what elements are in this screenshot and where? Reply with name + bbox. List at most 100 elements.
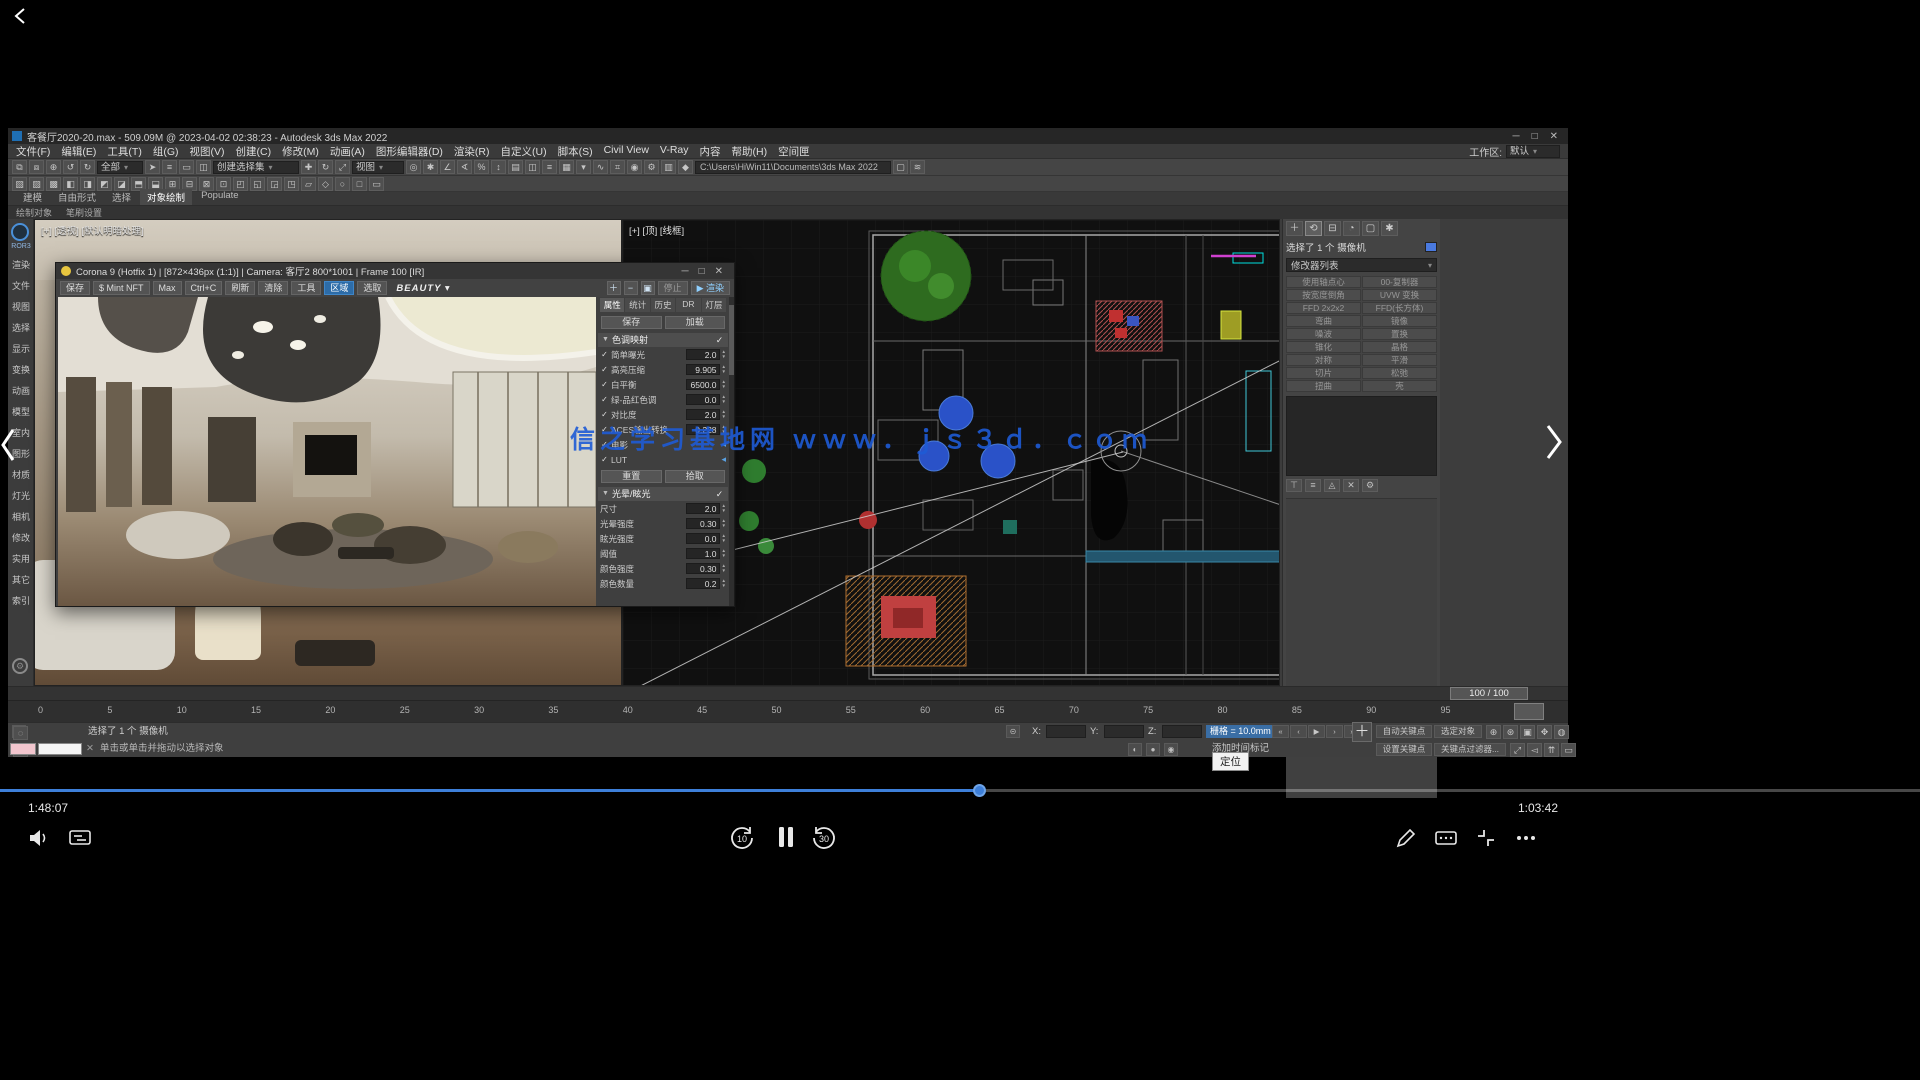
corona-tool-刷新[interactable]: 刷新 xyxy=(225,281,255,295)
render-production-icon[interactable]: ◆ xyxy=(678,160,693,174)
pan-icon[interactable]: ✥ xyxy=(1537,725,1552,739)
checkbox-icon[interactable]: ✓ xyxy=(600,380,609,389)
menu-item-内容[interactable]: 内容 xyxy=(700,144,721,159)
populate-flow-icon[interactable]: ▱ xyxy=(301,177,316,191)
menu-item-视图(V)[interactable]: 视图(V) xyxy=(190,144,225,159)
dock-item-选择[interactable]: 选择 xyxy=(8,318,34,339)
start-render-button[interactable]: ▶ 渲染 xyxy=(691,281,730,295)
maxscript-mini-listener-white[interactable] xyxy=(38,743,82,755)
move-icon[interactable]: ✚ xyxy=(301,160,316,174)
modifier-button-噪波[interactable]: 噪波 xyxy=(1286,328,1361,340)
previous-frame-icon[interactable]: ‹ xyxy=(1290,725,1307,738)
volume-button[interactable] xyxy=(24,824,52,852)
auto-key-button[interactable]: 自动关键点 xyxy=(1376,725,1432,738)
container-icon[interactable]: ◳ xyxy=(284,177,299,191)
workspace-selector[interactable]: 工作区: 默认▾ xyxy=(1469,144,1560,159)
param-value[interactable]: 9.905 xyxy=(686,364,720,375)
gear-icon[interactable]: ⚙ xyxy=(12,658,28,674)
hair-icon[interactable]: ▭ xyxy=(369,177,384,191)
menu-item-组(G)[interactable]: 组(G) xyxy=(153,144,179,159)
seek-knob[interactable] xyxy=(973,784,986,797)
ribbon-tab-对象绘制[interactable]: 对象绘制 xyxy=(140,189,192,205)
checkbox-icon[interactable]: ✓ xyxy=(600,350,609,359)
progressive-display-icon[interactable]: ◉ xyxy=(1164,743,1178,756)
select-manipulate-icon[interactable]: ✱ xyxy=(423,160,438,174)
ribbon-tab-Populate[interactable]: Populate xyxy=(194,189,246,205)
remove-modifier-icon[interactable]: ✕ xyxy=(1343,479,1359,492)
mini-listener-close-icon[interactable]: ✕ xyxy=(86,741,94,756)
undo-icon[interactable]: ↺ xyxy=(63,160,78,174)
curve-editor-icon[interactable]: ∿ xyxy=(593,160,608,174)
zoom-all-icon[interactable]: ⊛ xyxy=(1503,725,1518,739)
dock-item-模型[interactable]: 模型 xyxy=(8,402,34,423)
zoom-extents-icon[interactable]: ▣ xyxy=(1520,725,1535,739)
spinner-icon[interactable]: ▲▼ xyxy=(722,410,726,419)
dock-item-灯光[interactable]: 灯光 xyxy=(8,486,34,507)
layer-manager-icon[interactable]: ▦ xyxy=(559,160,574,174)
orbit-icon[interactable]: ◍ xyxy=(1554,725,1569,739)
corona-titlebar[interactable]: Corona 9 (Hotfix 1) | [872×436px (1:1)] … xyxy=(56,263,734,279)
track-bar[interactable]: 0510152025303540455055606570758085909510… xyxy=(8,700,1568,722)
bloom-section-header[interactable]: ▼光晕/眩光✓ xyxy=(598,487,728,501)
menu-item-Civil View[interactable]: Civil View xyxy=(604,144,649,159)
edit-named-sel-icon[interactable]: ▤ xyxy=(508,160,523,174)
ribbon-toggle-icon[interactable]: ▾ xyxy=(576,160,591,174)
corona-tool-选取[interactable]: 选取 xyxy=(357,281,387,295)
zoom-in-icon[interactable]: ＋ xyxy=(607,281,621,295)
spinner-icon[interactable]: ▲▼ xyxy=(722,534,726,543)
configure-sets-icon[interactable]: ⚙ xyxy=(1362,479,1378,492)
angle-snap-icon[interactable]: ∢ xyxy=(457,160,472,174)
checkbox-icon[interactable]: ✓ xyxy=(600,455,609,464)
modifier-button-扭曲[interactable]: 扭曲 xyxy=(1286,380,1361,392)
param-value[interactable]: 1.0 xyxy=(686,548,720,559)
rect-region-icon[interactable]: ▭ xyxy=(179,160,194,174)
corona-save-button[interactable]: 保存 xyxy=(601,316,662,329)
spinner-icon[interactable]: ▲▼ xyxy=(722,395,726,404)
project-folder-icon[interactable]: ▢ xyxy=(893,160,908,174)
modifier-button-晶格[interactable]: 晶格 xyxy=(1362,341,1437,353)
maxscript-mini-listener-pink[interactable] xyxy=(10,743,36,755)
hierarchy-tab-icon[interactable]: ⊟ xyxy=(1324,221,1341,236)
corona-close-icon[interactable]: ✕ xyxy=(715,266,723,277)
modifier-button-镜像[interactable]: 镜像 xyxy=(1362,315,1437,327)
corona-tool-Max[interactable]: Max xyxy=(153,281,182,295)
corona-tab-灯层[interactable]: 灯层 xyxy=(702,298,726,312)
dock-item-渲染[interactable]: 渲染 xyxy=(8,255,34,276)
spinner-icon[interactable]: ▲▼ xyxy=(722,380,726,389)
scale-icon[interactable]: ⤢ xyxy=(335,160,350,174)
select-object-icon[interactable]: ➤ xyxy=(145,160,160,174)
zoom-fit-icon[interactable]: ▣ xyxy=(641,281,655,295)
snap-toggle-icon[interactable]: ∠ xyxy=(440,160,455,174)
menu-item-编辑(E)[interactable]: 编辑(E) xyxy=(61,144,96,159)
render-element-combo[interactable]: BEAUTY ▾ xyxy=(390,283,456,294)
ribbon-tab-建模[interactable]: 建模 xyxy=(16,189,49,205)
param-value[interactable]: 0.2 xyxy=(686,578,720,589)
dock-item-动画[interactable]: 动画 xyxy=(8,381,34,402)
exit-fullscreen-button[interactable] xyxy=(1472,824,1500,852)
menu-item-创建(C)[interactable]: 创建(C) xyxy=(236,144,272,159)
selection-filter-combo[interactable]: 全部▾ xyxy=(97,161,143,174)
menu-item-自定义(U)[interactable]: 自定义(U) xyxy=(501,144,547,159)
material-editor-icon[interactable]: ◉ xyxy=(627,160,642,174)
time-slider-handle[interactable]: 100 / 100 xyxy=(1450,687,1528,700)
add-key-plus-icon[interactable]: ＋ xyxy=(1352,722,1372,742)
corona-load-button[interactable]: 加载 xyxy=(665,316,726,329)
rewind-10-button[interactable]: 10 xyxy=(728,824,756,852)
param-value[interactable]: 0.30 xyxy=(686,518,720,529)
notes-pencil-button[interactable] xyxy=(1392,824,1420,852)
zoom-out-icon[interactable]: − xyxy=(624,281,638,295)
maximize-viewport-icon[interactable]: ⤢ xyxy=(1510,743,1525,757)
asset-tracking-icon[interactable]: ≋ xyxy=(910,160,925,174)
particle-icon[interactable]: ○ xyxy=(335,177,350,191)
menu-item-渲染(R)[interactable]: 渲染(R) xyxy=(454,144,490,159)
corona-tool-工具[interactable]: 工具 xyxy=(291,281,321,295)
modifier-button-对称[interactable]: 对称 xyxy=(1286,354,1361,366)
bind-spacewarp-icon[interactable]: ⊕ xyxy=(46,160,61,174)
param-value[interactable]: 6500.0 xyxy=(686,379,720,390)
menu-item-文件(F)[interactable]: 文件(F) xyxy=(16,144,50,159)
reference-coordinate-combo[interactable]: 视图▾ xyxy=(352,161,404,174)
select-by-name-icon[interactable]: ≡ xyxy=(162,160,177,174)
previous-episode-button[interactable] xyxy=(0,428,16,467)
redo-icon[interactable]: ↻ xyxy=(80,160,95,174)
param-value[interactable]: 0.0 xyxy=(686,394,720,405)
